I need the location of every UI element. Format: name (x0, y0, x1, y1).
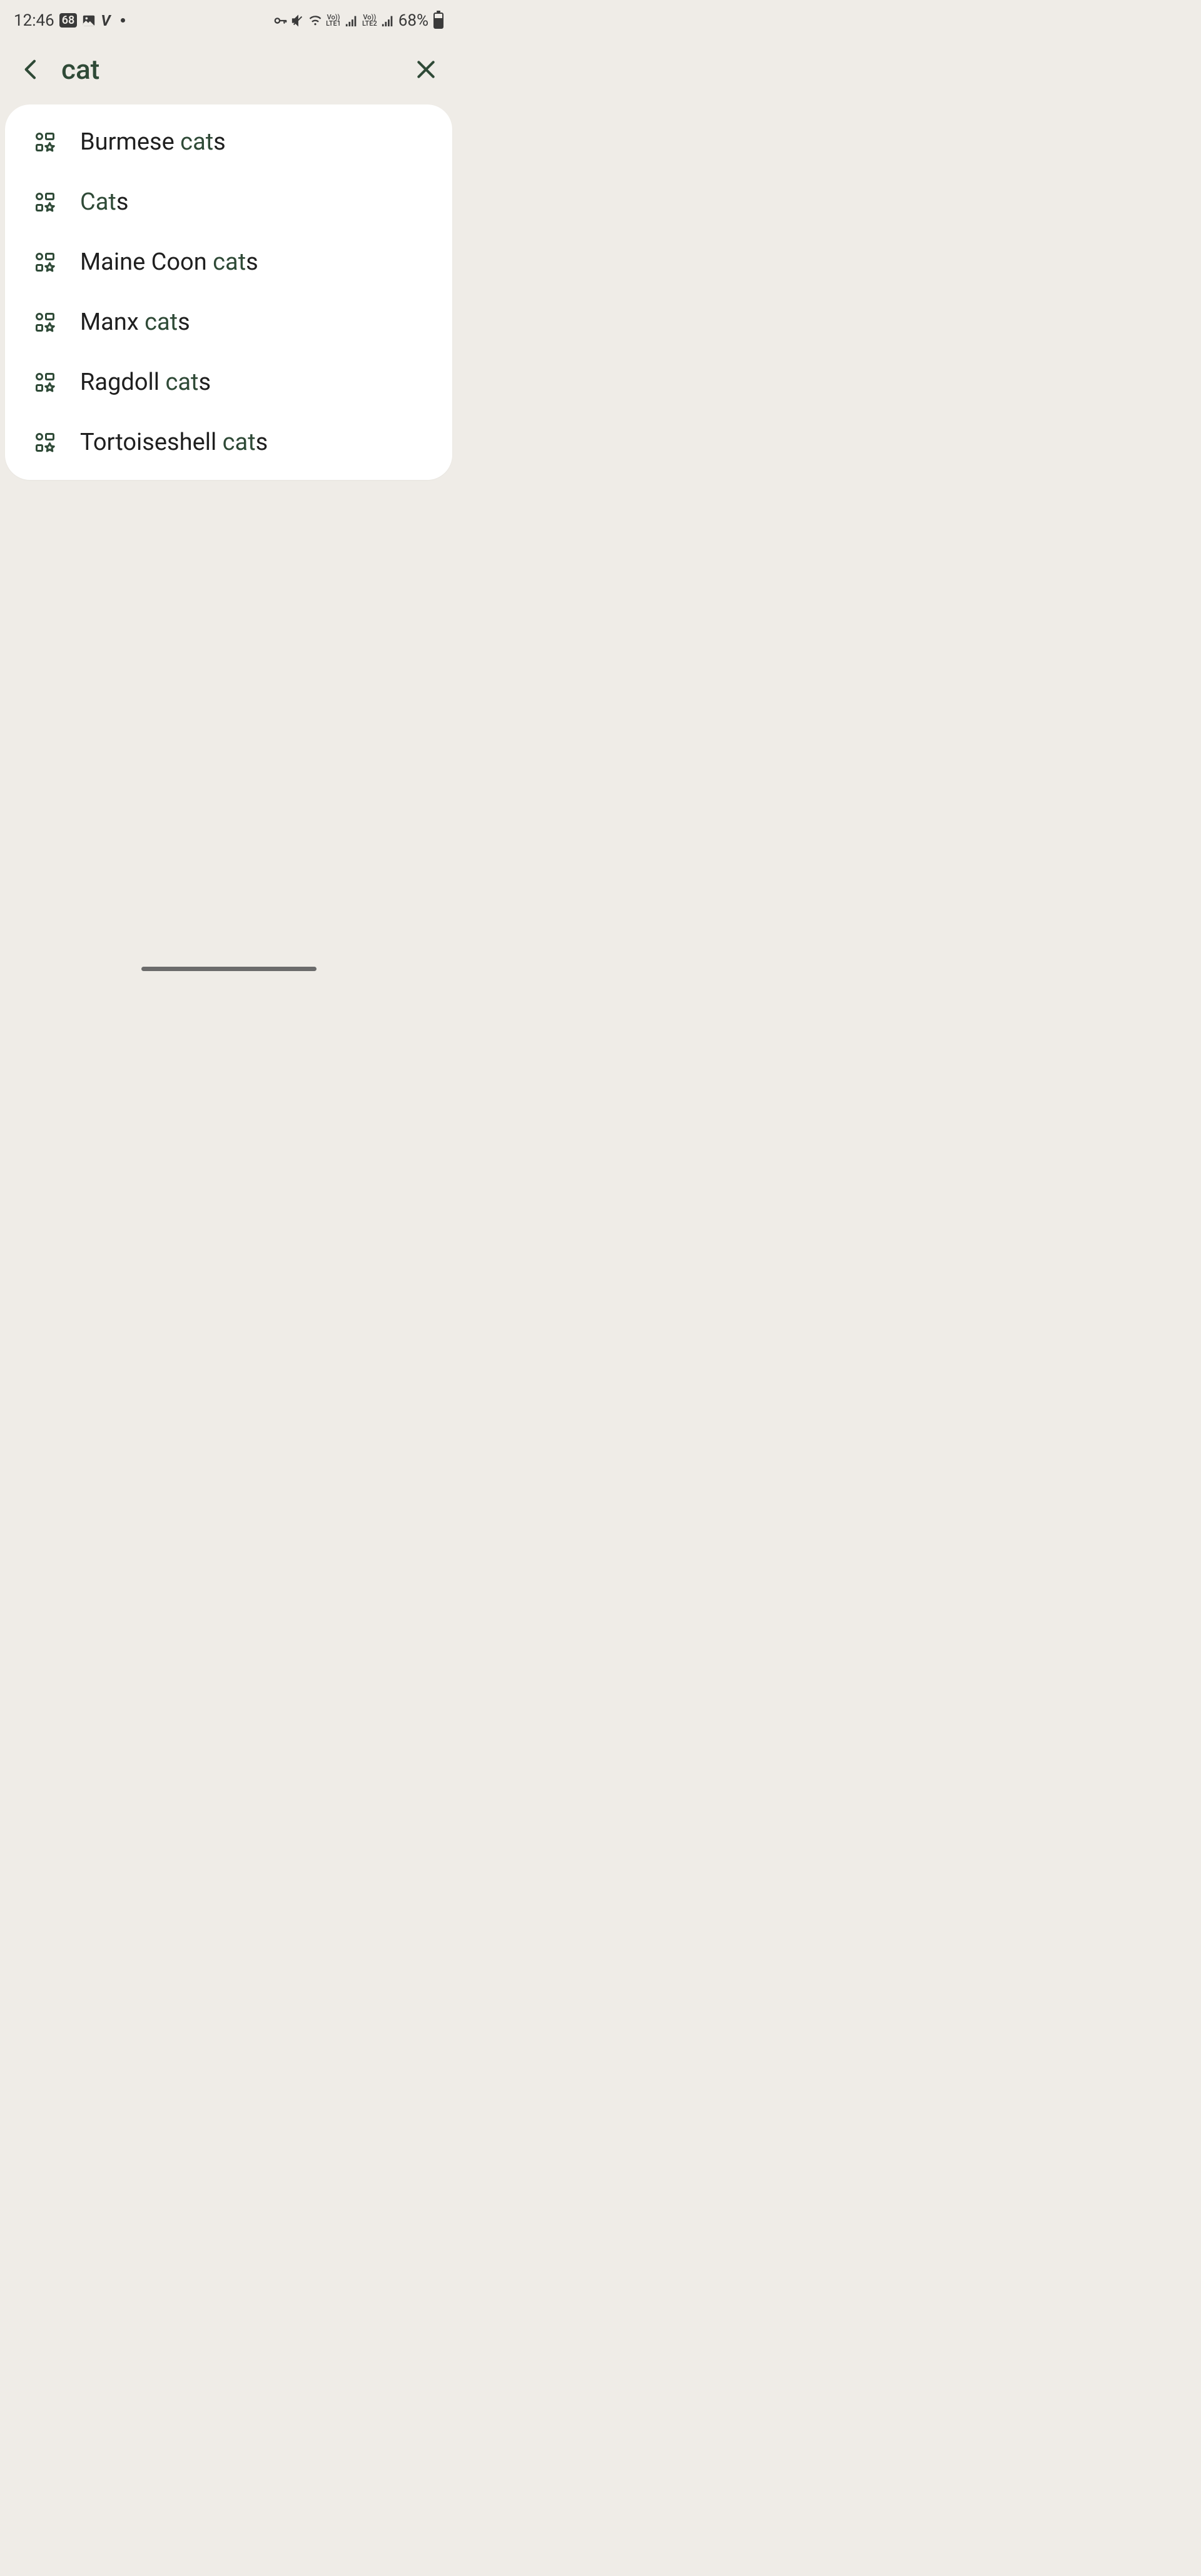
search-results-card: Burmese cats Cats Maine Coon cats Manx c… (5, 104, 452, 480)
widget-icon (34, 371, 56, 394)
wifi-icon (308, 14, 322, 28)
result-label: Ragdoll cats (80, 369, 211, 396)
app-icon-v: V (101, 12, 110, 29)
status-left: 12:46 68 V (14, 11, 125, 30)
vpn-key-icon (273, 14, 287, 28)
result-label: Cats (80, 188, 128, 216)
result-label: Maine Coon cats (80, 248, 258, 276)
result-item[interactable]: Tortoiseshell cats (5, 412, 452, 472)
lte1-indicator: Vo)) LTE1 (326, 14, 341, 27)
gallery-icon (82, 14, 96, 28)
signal2-icon (381, 14, 395, 28)
status-time: 12:46 (14, 11, 54, 30)
clear-button[interactable] (413, 57, 438, 82)
search-header: cat (0, 34, 457, 104)
result-label: Burmese cats (80, 128, 226, 156)
widget-icon (34, 311, 56, 333)
search-input[interactable]: cat (61, 53, 396, 86)
result-label: Tortoiseshell cats (80, 429, 268, 456)
result-item[interactable]: Ragdoll cats (5, 352, 452, 412)
widget-icon (34, 431, 56, 454)
back-button[interactable] (19, 57, 44, 82)
result-item[interactable]: Burmese cats (5, 112, 452, 172)
widget-icon (34, 191, 56, 213)
result-item[interactable]: Manx cats (5, 292, 452, 352)
battery-percent: 68% (398, 11, 428, 30)
result-item[interactable]: Maine Coon cats (5, 232, 452, 292)
result-item[interactable]: Cats (5, 172, 452, 232)
result-label: Manx cats (80, 308, 190, 336)
status-right: Vo)) LTE1 Vo)) LTE2 68% (273, 11, 443, 30)
signal1-icon (345, 14, 358, 28)
mute-icon (291, 14, 305, 28)
battery-icon (433, 13, 443, 29)
widget-icon (34, 251, 56, 273)
lte2-indicator: Vo)) LTE2 (362, 14, 377, 27)
navigation-bar-indicator[interactable] (141, 967, 317, 971)
more-notifications-dot (121, 18, 125, 23)
status-notification-count: 68 (59, 13, 78, 28)
widget-icon (34, 131, 56, 153)
status-bar: 12:46 68 V Vo)) LTE1 Vo)) LTE2 (0, 0, 457, 34)
